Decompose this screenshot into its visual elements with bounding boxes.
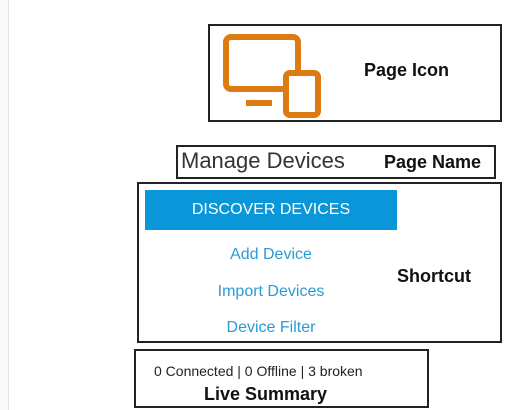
add-device-link[interactable]: Add Device — [145, 246, 397, 264]
device-filter-link[interactable]: Device Filter — [145, 319, 397, 337]
discover-devices-button[interactable]: DISCOVER DEVICES — [145, 190, 397, 230]
shortcut-callout: Shortcut — [397, 266, 471, 286]
device-status-summary: 0 Connected | 0 Offline | 3 broken — [154, 363, 363, 379]
live-summary-callout: Live Summary — [204, 384, 328, 404]
page-title: Manage Devices — [181, 148, 345, 173]
import-devices-link[interactable]: Import Devices — [145, 283, 397, 301]
shortcut-annotation-box: DISCOVER DEVICES Add Device Import Devic… — [137, 182, 502, 343]
left-edge-rule — [0, 0, 9, 410]
live-summary-annotation-box: 0 Connected | 0 Offline | 3 broken Live … — [134, 349, 429, 408]
page-icon-annotation-box: Page Icon — [208, 24, 502, 122]
page-name-annotation-box: Manage Devices Page Name — [176, 145, 496, 179]
devices-icon — [223, 34, 321, 118]
page-name-callout: Page Name — [384, 152, 482, 172]
page-icon-callout: Page Icon — [364, 60, 450, 80]
